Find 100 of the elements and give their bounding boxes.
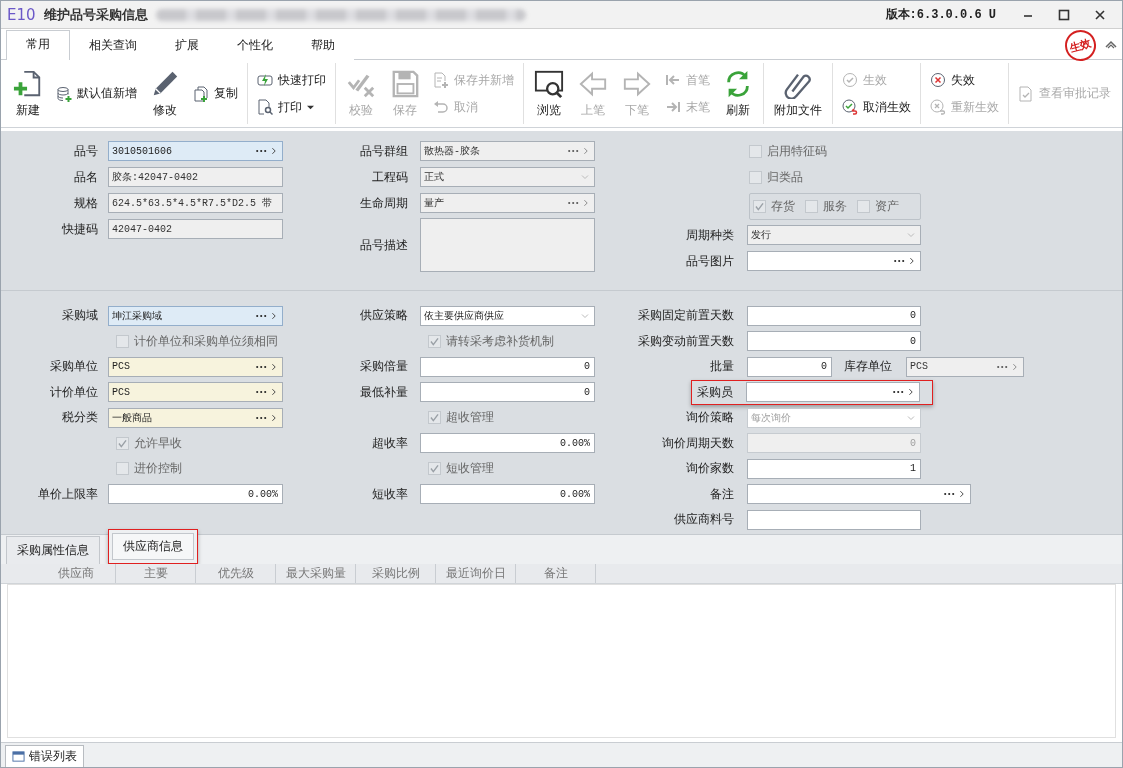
status-tab[interactable]: 错误列表 — [5, 745, 84, 767]
number-field[interactable]: 0 — [747, 331, 921, 352]
toolbar-button[interactable]: 刷新 — [719, 66, 757, 121]
column-header[interactable]: 主要 — [116, 564, 196, 583]
number-field[interactable]: 0 — [747, 305, 921, 326]
save-add-icon — [433, 72, 449, 88]
toolbar-button[interactable]: 打印 — [254, 96, 329, 118]
cross-redo-icon — [930, 99, 946, 115]
field-label: 品号图片 — [685, 252, 734, 270]
number-field[interactable]: 0 — [420, 356, 595, 377]
detail-tab[interactable]: 采购属性信息 — [6, 536, 100, 564]
text-field[interactable]: 胶条:42047-0402 — [108, 167, 283, 187]
maximize-icon[interactable] — [1058, 8, 1070, 21]
lookup-field[interactable]: PCS — [108, 356, 283, 377]
ribbon-tab[interactable]: 常用 — [6, 30, 70, 60]
column-header[interactable]: 采购比例 — [356, 564, 436, 583]
field-label: 询价周期天数 — [661, 434, 734, 452]
checkbox-label: 存货 — [771, 197, 795, 215]
dropdown-field[interactable]: 依主要供应商供应 — [420, 305, 595, 326]
cross-circle-icon — [930, 72, 946, 88]
checkbox-label: 进价控制 — [134, 460, 182, 478]
toolbar-button[interactable]: 复制 — [190, 83, 241, 104]
field-label: 短收率 — [371, 485, 408, 503]
toolbar-button[interactable]: 取消生效 — [839, 96, 914, 118]
lookup-field[interactable]: 坤江采购域 — [108, 305, 283, 326]
lookup-icon[interactable] — [254, 311, 278, 320]
check-circle-icon — [842, 72, 858, 88]
toolbar-button[interactable]: 新建 — [9, 66, 47, 121]
text-field[interactable] — [747, 509, 921, 530]
lightning-printer-icon — [257, 72, 273, 88]
collapse-icon[interactable] — [1104, 38, 1118, 50]
checkbox-label: 超收管理 — [446, 409, 494, 427]
lookup-icon[interactable] — [254, 147, 278, 155]
field-label: 采购固定前置天数 — [637, 307, 734, 325]
lookup-field[interactable] — [747, 484, 971, 505]
lookup-field[interactable] — [747, 251, 921, 271]
toolbar-button[interactable]: 浏览 — [530, 66, 568, 121]
column-header[interactable]: 优先级 — [196, 564, 276, 583]
lookup-icon[interactable] — [254, 388, 278, 397]
toolbar-button[interactable]: 默认值新增 — [53, 83, 140, 104]
column-header[interactable]: 供应商 — [36, 564, 116, 583]
field-label: 询价策略 — [685, 409, 734, 427]
checkbox-label: 服务 — [823, 197, 847, 215]
text-field[interactable]: 42047-0402 — [108, 219, 283, 239]
lookup-icon[interactable] — [995, 362, 1019, 371]
column-header[interactable]: 最大采购量 — [276, 564, 356, 583]
lookup-field[interactable]: PCS — [906, 356, 1024, 377]
undo-icon — [433, 99, 449, 115]
detail-tab[interactable]: 供应商信息 — [108, 529, 198, 564]
lookup-icon[interactable] — [566, 199, 590, 207]
lookup-icon[interactable] — [254, 413, 278, 422]
number-field[interactable]: 1 — [747, 458, 921, 479]
lookup-field[interactable]: 散热器-胶条 — [420, 141, 595, 161]
number-field[interactable]: 0.00% — [108, 484, 283, 505]
dropdown-field[interactable]: 正式 — [420, 167, 595, 187]
checkbox-label: 允许早收 — [134, 434, 182, 452]
checkbox-label: 启用特征码 — [767, 142, 827, 160]
toolbar-button[interactable]: 快速打印 — [254, 69, 329, 91]
column-header[interactable]: 备注 — [516, 564, 596, 583]
text-field[interactable]: 624.5*63.5*4.5*R7.5*D2.5 带 — [108, 193, 283, 213]
document-search-icon — [257, 99, 273, 115]
toolbar-button[interactable]: 失效 — [927, 69, 1002, 91]
checkbox-label: 短收管理 — [446, 460, 494, 478]
new-document-icon — [13, 68, 43, 99]
lookup-field[interactable]: 3010501606 — [108, 141, 283, 161]
save-icon — [390, 68, 420, 99]
lookup-icon[interactable] — [942, 490, 966, 499]
lookup-icon[interactable] — [892, 257, 916, 265]
lookup-icon[interactable] — [566, 147, 590, 155]
field-label: 周期种类 — [685, 226, 734, 244]
chevron-down-icon[interactable] — [906, 230, 916, 240]
number-field[interactable]: 0.00% — [420, 484, 595, 505]
number-field[interactable]: 0.00% — [420, 433, 595, 454]
first-record-icon — [665, 72, 681, 88]
dropdown-field[interactable]: 发行 — [747, 225, 921, 245]
chevron-down-icon[interactable] — [580, 172, 590, 182]
lookup-icon[interactable] — [254, 362, 278, 371]
lookup-field[interactable]: PCS — [108, 382, 283, 403]
field-label: 品号描述 — [359, 236, 408, 254]
checkbox-label: 归类品 — [767, 168, 803, 186]
field-label: 询价家数 — [685, 460, 734, 478]
close-icon[interactable] — [1094, 8, 1106, 21]
toolbar-button[interactable]: 附加文件 — [770, 66, 826, 121]
lookup-icon[interactable] — [891, 388, 915, 397]
number-field[interactable]: 0 — [420, 382, 595, 403]
field-label: 供应商料号 — [673, 511, 734, 529]
toolbar-button[interactable]: 修改 — [146, 66, 184, 121]
field-label: 生命周期 — [359, 194, 408, 212]
caret-icon — [307, 103, 314, 111]
text-area[interactable] — [420, 218, 595, 272]
checkbox-label: 计价单位和采购单位须相同 — [134, 332, 278, 350]
field-label: 备注 — [709, 485, 734, 503]
field-label: 批量 — [709, 358, 734, 376]
column-header[interactable]: 最近询价日 — [436, 564, 516, 583]
lookup-field[interactable]: 量产 — [420, 193, 595, 213]
field-label: 税分类 — [61, 409, 98, 427]
number-field[interactable]: 0 — [747, 356, 832, 377]
lookup-field[interactable] — [746, 382, 920, 403]
check-undo-icon — [842, 99, 858, 115]
lookup-field[interactable]: 一般商品 — [108, 407, 283, 428]
